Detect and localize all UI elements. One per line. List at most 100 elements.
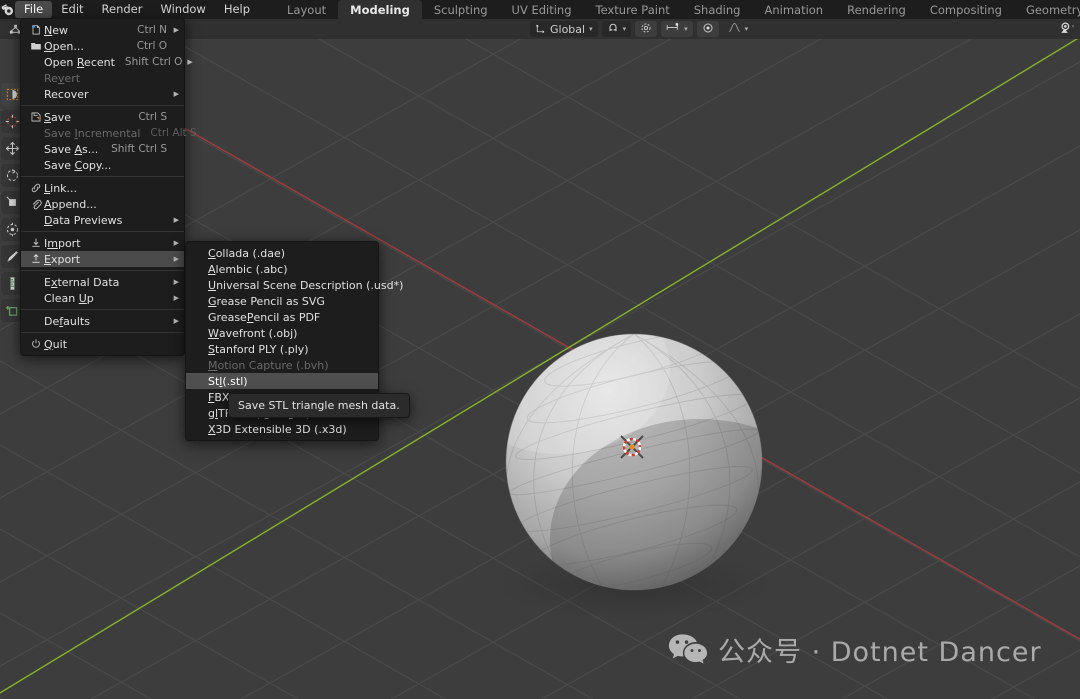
menu-item-label: Recover — [44, 87, 89, 101]
chevron-right-icon: ▶ — [173, 317, 179, 325]
snap-dropdown[interactable]: ▾ — [601, 21, 632, 37]
export-item-gpencil-pdf[interactable]: Grease Pencil as PDF — [186, 309, 378, 325]
import-arrow-down-icon — [27, 236, 44, 250]
empty-icon-slot — [27, 142, 44, 156]
menubar[interactable]: File Edit Render Window Help — [15, 0, 259, 19]
file-menu-dropdown[interactable]: New Ctrl N ▶ Open... Ctrl O Open Recent … — [20, 18, 197, 356]
chevron-right-icon: ▶ — [173, 239, 179, 247]
falloff-curve-dropdown[interactable]: ▾ — [723, 21, 754, 37]
mirror-icon — [702, 22, 714, 37]
blender-logo-icon[interactable] — [0, 0, 15, 19]
menu-item-shortcut: Ctrl Alt S — [150, 127, 197, 139]
wechat-icon — [668, 632, 708, 668]
tab-sculpting[interactable]: Sculpting — [422, 0, 500, 19]
export-item-collada[interactable]: Collada (.dae) — [186, 245, 378, 261]
menu-separator — [21, 231, 184, 232]
menu-render[interactable]: Render — [93, 1, 152, 18]
tab-layout[interactable]: Layout — [275, 0, 338, 19]
menu-separator — [21, 176, 184, 177]
menu-separator — [21, 332, 184, 333]
menu-item-shortcut: Ctrl O — [136, 40, 167, 52]
paperclip-icon — [27, 197, 44, 211]
viewport-shading-icon[interactable] — [1058, 20, 1076, 39]
menu-item-save-copy[interactable]: Save Copy... — [21, 157, 184, 173]
header-transform-controls: Global ▾ ▾ ▾ ▾ — [530, 19, 753, 39]
tab-shading[interactable]: Shading — [682, 0, 753, 19]
power-icon — [27, 337, 44, 351]
chevron-down-icon: ▾ — [744, 25, 749, 33]
mirror-toggle[interactable] — [696, 21, 719, 37]
menu-item-label: Export — [44, 252, 81, 266]
chevron-right-icon: ▶ — [173, 294, 179, 302]
new-file-icon — [27, 23, 44, 37]
menu-item-shortcut: Ctrl N — [137, 24, 167, 36]
menu-help[interactable]: Help — [215, 1, 259, 18]
chevron-right-icon: ▶ — [173, 255, 179, 263]
tab-uv-editing[interactable]: UV Editing — [500, 0, 584, 19]
tab-compositing[interactable]: Compositing — [918, 0, 1014, 19]
save-icon — [27, 110, 44, 124]
menu-edit[interactable]: Edit — [52, 1, 92, 18]
empty-icon-slot — [27, 158, 44, 172]
menu-file[interactable]: File — [15, 1, 53, 18]
menu-item-quit[interactable]: Quit — [21, 336, 184, 352]
tab-texture-paint[interactable]: Texture Paint — [584, 0, 682, 19]
export-item-x3d[interactable]: X 3D Extensible 3D (.x3d) — [186, 421, 378, 437]
menu-item-link[interactable]: Link... — [21, 180, 184, 196]
tab-animation[interactable]: Animation — [752, 0, 835, 19]
menu-item-import[interactable]: Import ▶ — [21, 235, 184, 251]
empty-icon-slot — [27, 275, 44, 289]
chevron-down-icon: ▾ — [684, 25, 688, 33]
empty-icon-slot — [27, 314, 44, 328]
menu-item-shortcut: Shift Ctrl S — [111, 143, 167, 155]
export-item-alembic[interactable]: Alembic (.abc) — [186, 261, 378, 277]
proportional-edit-icon — [640, 22, 652, 37]
menu-item-export[interactable]: Export ▶ — [21, 251, 184, 267]
menu-item-label: Append... — [44, 197, 97, 211]
export-item-stl[interactable]: St l (.stl) — [186, 373, 378, 389]
tab-geometry-nodes[interactable]: Geometry Nodes — [1014, 0, 1080, 19]
menu-item-label: Save Incremental — [44, 126, 141, 140]
menu-item-save-as[interactable]: Save As... Shift Ctrl S — [21, 141, 184, 157]
transform-orientation-value: Global — [550, 22, 586, 36]
tab-rendering[interactable]: Rendering — [835, 0, 918, 19]
tab-modeling[interactable]: Modeling — [338, 0, 422, 19]
menu-item-label: Link... — [44, 181, 78, 195]
menu-item-defaults[interactable]: Defaults ▶ — [21, 313, 184, 329]
proportional-editing-toggle[interactable] — [635, 21, 658, 37]
menu-item-label: Quit — [44, 337, 68, 351]
empty-icon-slot — [27, 87, 44, 101]
menu-separator — [21, 105, 184, 106]
menu-item-label: External Data — [44, 275, 120, 289]
header-right-controls[interactable] — [1058, 19, 1076, 39]
empty-icon-slot — [27, 126, 44, 140]
falloff-curve-icon — [728, 22, 741, 36]
menu-item-shortcut: Ctrl S — [138, 111, 167, 123]
menu-item-label: Import — [44, 236, 81, 250]
export-item-wavefront-obj[interactable]: Wavefront (.obj) — [186, 325, 378, 341]
menu-item-recover[interactable]: Recover ▶ — [21, 86, 184, 102]
workspace-tabs[interactable]: Layout Modeling Sculpting UV Editing Tex… — [275, 0, 1080, 19]
menu-item-save[interactable]: Save Ctrl S — [21, 109, 184, 125]
export-item-usd[interactable]: Universal Scene Description (.usd*) — [186, 277, 403, 293]
proportional-falloff-dropdown[interactable]: ▾ — [661, 21, 693, 37]
menu-item-label: New — [44, 23, 68, 37]
menu-item-external-data[interactable]: External Data ▶ — [21, 274, 184, 290]
menu-item-append[interactable]: Append... — [21, 196, 184, 212]
menu-item-open-recent[interactable]: Open Recent Shift Ctrl O ▶ — [21, 54, 193, 70]
export-item-stanford-ply[interactable]: Stanford PLY (.ply) — [186, 341, 378, 357]
transform-orientation-dropdown[interactable]: Global ▾ — [530, 21, 598, 37]
menu-separator — [21, 270, 184, 271]
menu-item-data-previews[interactable]: Data Previews ▶ — [21, 212, 184, 228]
menu-item-label: Open... — [44, 39, 84, 53]
menu-window[interactable]: Window — [151, 1, 214, 18]
chevron-down-icon: ▾ — [589, 25, 593, 33]
menu-item-label: Open Recent — [44, 55, 115, 69]
menu-item-new[interactable]: New Ctrl N ▶ — [21, 22, 184, 38]
chevron-right-icon: ▶ — [173, 216, 179, 224]
menu-item-clean-up[interactable]: Clean Up ▶ — [21, 290, 184, 306]
menu-item-open[interactable]: Open... Ctrl O — [21, 38, 184, 54]
menu-separator — [21, 309, 184, 310]
top-bar: File Edit Render Window Help Layout Mode… — [0, 0, 1080, 19]
export-item-gpencil-svg[interactable]: Grease Pencil as SVG — [186, 293, 378, 309]
